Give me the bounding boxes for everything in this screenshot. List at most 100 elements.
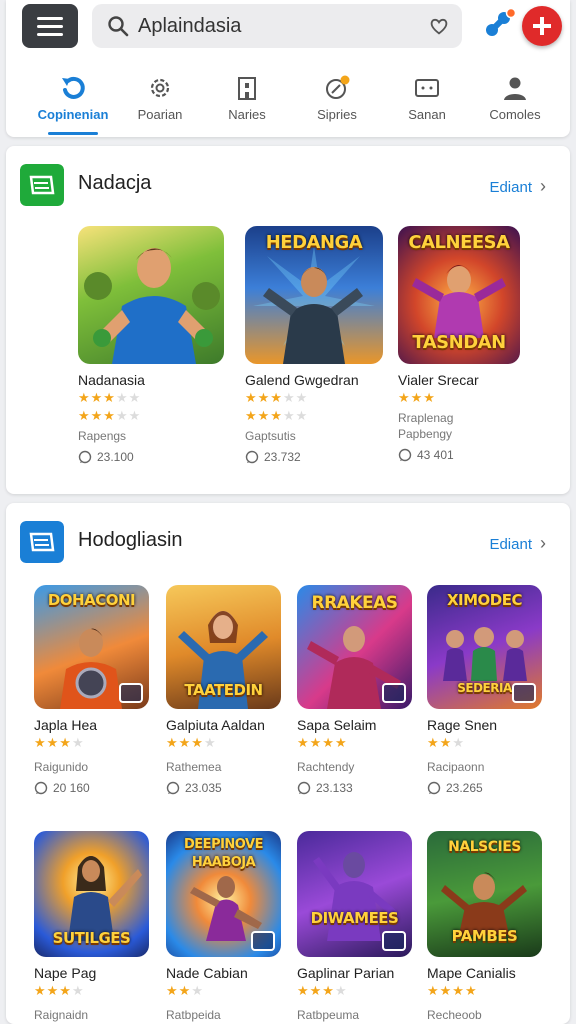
app-thumbnail[interactable]: DOHACONI [34, 585, 149, 709]
app-thumbnail[interactable]: XIMODEC SEDERIA [427, 585, 542, 709]
game-logo-text: NALSCIES [448, 839, 521, 855]
app-thumbnail[interactable]: RRAKEAS [297, 585, 412, 709]
game-artwork [84, 248, 220, 364]
app-category: Recheoob [427, 1008, 482, 1022]
game-logo-text: DOHACONI [47, 591, 136, 609]
tab-label: Sanan [408, 107, 446, 122]
rating-stars: ★★★★★ [78, 408, 142, 423]
tab-copinenian[interactable]: Copinenian [28, 70, 118, 135]
app-category: Rachtendy [297, 760, 355, 774]
gamepad-badge-icon [119, 683, 143, 703]
heart-icon[interactable] [428, 15, 450, 37]
game-logo-text: RRAKEAS [311, 593, 398, 613]
share-icon[interactable] [482, 8, 516, 42]
app-tile[interactable]: DEEPINOVE HAABOJA Nade Cabian ★★★ Ratbpe… [166, 831, 281, 1023]
app-thumbnail[interactable]: HEDANGA [245, 226, 383, 364]
app-tile[interactable]: RRAKEAS Sapa Selaim ★★★★ Rachtendy 23.13… [297, 585, 412, 795]
tv-icon [415, 79, 439, 97]
top-bar: Copinenian Poarian Naries Sipries [6, 0, 570, 137]
comment-icon [427, 781, 441, 795]
app-name: Nape Pag [34, 965, 97, 981]
tab-naries[interactable]: Naries [202, 70, 292, 130]
game-logo-text: HEDANGA [265, 232, 363, 253]
rating-stars: ★★★★ [297, 983, 348, 998]
app-thumbnail[interactable]: DEEPINOVE HAABOJA [166, 831, 281, 957]
count-value: 23.100 [97, 450, 134, 464]
count-value: 23.133 [316, 781, 353, 795]
tab-sanan[interactable]: Sanan [382, 70, 472, 130]
section-title: Hodogliasin [78, 529, 183, 551]
app-name: Rage Snen [427, 717, 498, 733]
app-category: Racipaonn [427, 760, 485, 774]
game-logo-text: SUTILGES [52, 929, 131, 947]
app-tile[interactable]: DIWAMEES Gaplinar Parian ★★★★ Ratbpeuma [297, 831, 412, 1023]
app-category: Ratbpeida [166, 1008, 221, 1022]
gear-icon [150, 78, 170, 98]
section-title: Nadacja [78, 172, 152, 194]
app-category: Papbengy [398, 427, 453, 441]
app-tile[interactable]: HEDANGA Galend Gwgedran ★★★★★ ★★★★★ Gapt… [245, 226, 383, 464]
app-name: Sapa Selaim [297, 717, 377, 733]
gamepad-badge-icon [382, 683, 406, 703]
app-thumbnail[interactable] [78, 226, 224, 364]
menu-icon-line [37, 24, 63, 28]
app-name: Mape Canialis [427, 965, 516, 981]
person-icon [504, 77, 526, 100]
rating-stars: ★★★★ [427, 983, 478, 998]
tab-comoles[interactable]: Comoles [470, 70, 560, 130]
comment-icon [297, 781, 311, 795]
app-category: Ratbpeuma [297, 1008, 360, 1022]
tab-label: Comoles [489, 107, 541, 122]
category-tabs: Copinenian Poarian Naries Sipries Sanan … [6, 70, 570, 135]
add-button[interactable] [522, 6, 562, 46]
rating-stars: ★★★★★ [245, 390, 309, 405]
rating-stars: ★★★★★ [245, 408, 309, 423]
app-tile[interactable]: NALSCIES PAMBES Mape Canialis ★★★★ Reche… [427, 831, 542, 1023]
rating-stars: ★★★ [398, 390, 436, 405]
app-tile[interactable]: SUTILGES Nape Pag ★★★★ Raignaidn [34, 831, 149, 1023]
tab-label: Naries [228, 107, 266, 122]
see-all-link[interactable]: Ediant [489, 533, 546, 554]
app-thumbnail[interactable]: NALSCIES PAMBES [427, 831, 542, 957]
app-name: Vialer Srecar [398, 372, 479, 388]
app-thumbnail[interactable]: CALNEESA TASNDAN [398, 226, 520, 364]
app-category: Rraplenag [398, 411, 454, 425]
app-category: Gaptsutis [245, 429, 296, 443]
game-logo-text: TAATEDIN [184, 681, 263, 699]
rating-stars: ★★★★ [297, 735, 348, 750]
app-category: Raigunido [34, 760, 89, 774]
menu-button[interactable] [22, 4, 78, 48]
comment-icon [34, 781, 48, 795]
tab-sipries[interactable]: Sipries [292, 70, 382, 130]
rating-stars: ★★★ [166, 983, 204, 998]
search-icon [108, 16, 129, 37]
section-icon [20, 164, 64, 206]
comment-icon [245, 450, 259, 464]
app-name: Galpiuta Aaldan [166, 717, 265, 733]
app-thumbnail[interactable]: SUTILGES [34, 831, 149, 957]
app-thumbnail[interactable]: TAATEDIN [166, 585, 281, 709]
search-input[interactable] [138, 10, 408, 42]
app-category: Raignaidn [34, 1008, 89, 1022]
app-tile[interactable]: DOHACONI Japla Hea ★★★★ Raigunido 20 160 [34, 585, 149, 795]
app-tile[interactable]: CALNEESA TASNDAN Vialer Srecar ★★★ Rrapl… [398, 226, 520, 462]
menu-icon-line [37, 32, 63, 36]
refresh-icon [62, 76, 85, 99]
count-value: 23.732 [264, 450, 301, 464]
comment-icon [398, 448, 412, 462]
building-icon [238, 77, 256, 100]
download-count: 43 401 [398, 448, 520, 462]
count-value: 23.035 [185, 781, 222, 795]
tab-poarian[interactable]: Poarian [115, 70, 205, 130]
app-name: Nade Cabian [166, 965, 248, 981]
count-value: 43 401 [417, 448, 454, 462]
app-thumbnail[interactable]: DIWAMEES [297, 831, 412, 957]
app-name: Galend Gwgedran [245, 372, 359, 388]
rating-stars: ★★★★ [166, 735, 217, 750]
app-tile[interactable]: XIMODEC SEDERIA Rage Snen ★★★ Racipaonn … [427, 585, 542, 795]
app-tile[interactable]: TAATEDIN Galpiuta Aaldan ★★★★ Rathemea 2… [166, 585, 281, 795]
game-logo-text: DEEPINOVE [184, 837, 263, 852]
gamepad-badge-icon [382, 931, 406, 951]
see-all-link[interactable]: Ediant [489, 176, 546, 197]
app-tile[interactable]: Nadanasia ★★★★★ ★★★★★ Rapengs 23.100 [78, 226, 224, 464]
